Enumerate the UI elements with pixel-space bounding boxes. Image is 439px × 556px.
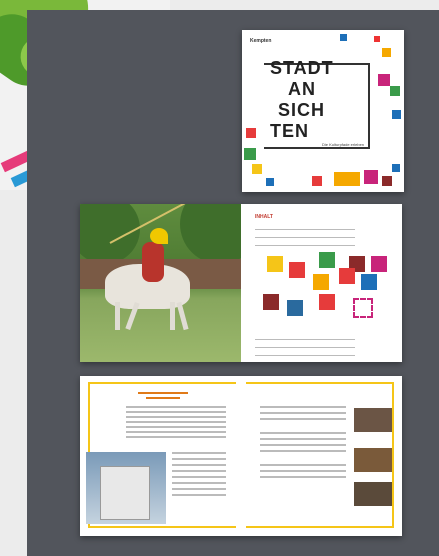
topic-tile: [319, 294, 335, 310]
text-line: [172, 470, 226, 472]
text-line: [126, 431, 226, 433]
cover-brand: Kempten: [250, 38, 272, 44]
interior-photo: [354, 482, 392, 506]
topic-tile: [319, 252, 335, 268]
toc-line: [255, 352, 355, 356]
article-heading: [138, 392, 188, 394]
topic-tile: [339, 268, 355, 284]
text-line: [260, 450, 346, 452]
color-square: [392, 110, 401, 119]
text-line: [260, 476, 346, 478]
color-square: [246, 128, 256, 138]
interior-photo: [354, 408, 392, 432]
cover-tagline: Die Kulturpfade erleben: [322, 142, 365, 147]
brochure-cover: Kempten STADT AN SICH TEN Die Kulturpfad…: [242, 30, 404, 192]
title-line: AN: [288, 79, 316, 99]
text-line: [172, 464, 226, 466]
text-line: [260, 418, 346, 420]
text-line: [260, 412, 346, 414]
article-heading: [146, 397, 180, 399]
title-line: STADT: [270, 58, 334, 78]
color-square: [390, 86, 400, 96]
text-line: [126, 411, 226, 413]
text-line: [126, 416, 226, 418]
text-line: [260, 432, 346, 434]
toc-line: [255, 242, 355, 246]
text-line: [260, 438, 346, 440]
brochure-spread-contents: INHALT: [80, 204, 402, 362]
color-square: [252, 164, 262, 174]
horse-leg: [170, 302, 175, 330]
topic-tile: [267, 256, 283, 272]
contents-page: INHALT: [241, 204, 402, 362]
rider: [142, 242, 164, 282]
color-square: [312, 176, 322, 186]
color-square: [340, 34, 347, 41]
text-line: [126, 436, 226, 438]
text-line: [126, 406, 226, 408]
toc-line: [255, 226, 355, 230]
text-line: [260, 464, 346, 466]
color-square: [392, 164, 400, 172]
text-line: [126, 421, 226, 423]
title-line: TEN: [270, 121, 309, 141]
color-square: [334, 172, 360, 186]
contents-heading: INHALT: [255, 214, 273, 220]
color-square: [382, 176, 392, 186]
text-line: [172, 482, 226, 484]
topic-tile: [289, 262, 305, 278]
topic-tile: [371, 256, 387, 272]
topic-tile: [353, 298, 373, 318]
topic-tile: [361, 274, 377, 290]
color-square: [364, 170, 378, 184]
building-photo: [86, 452, 166, 524]
text-line: [172, 458, 226, 460]
topic-tile: [263, 294, 279, 310]
text-line: [260, 444, 346, 446]
text-line: [126, 426, 226, 428]
color-square: [244, 148, 256, 160]
color-square: [378, 74, 390, 86]
topic-tile: [313, 274, 329, 290]
horse-leg: [115, 302, 120, 330]
building: [100, 466, 150, 520]
brochure-spread-article: [80, 376, 402, 536]
tree: [180, 204, 241, 264]
plume: [150, 228, 168, 244]
color-square: [382, 48, 391, 57]
text-line: [172, 452, 226, 454]
topic-tile: [287, 300, 303, 316]
text-line: [172, 488, 226, 490]
tree: [80, 204, 140, 264]
toc-line: [255, 344, 355, 348]
color-square: [374, 36, 380, 42]
title-line: SICH: [278, 100, 326, 120]
horse-leg: [176, 301, 189, 331]
interior-photo: [354, 448, 392, 472]
toc-line: [255, 234, 355, 238]
color-square: [266, 178, 274, 186]
text-line: [260, 470, 346, 472]
toc-line: [255, 336, 355, 340]
text-line: [172, 494, 226, 496]
horse-rider-photo: [80, 204, 241, 362]
cover-title: STADT AN SICH TEN: [270, 58, 334, 142]
text-line: [172, 476, 226, 478]
text-line: [260, 406, 346, 408]
